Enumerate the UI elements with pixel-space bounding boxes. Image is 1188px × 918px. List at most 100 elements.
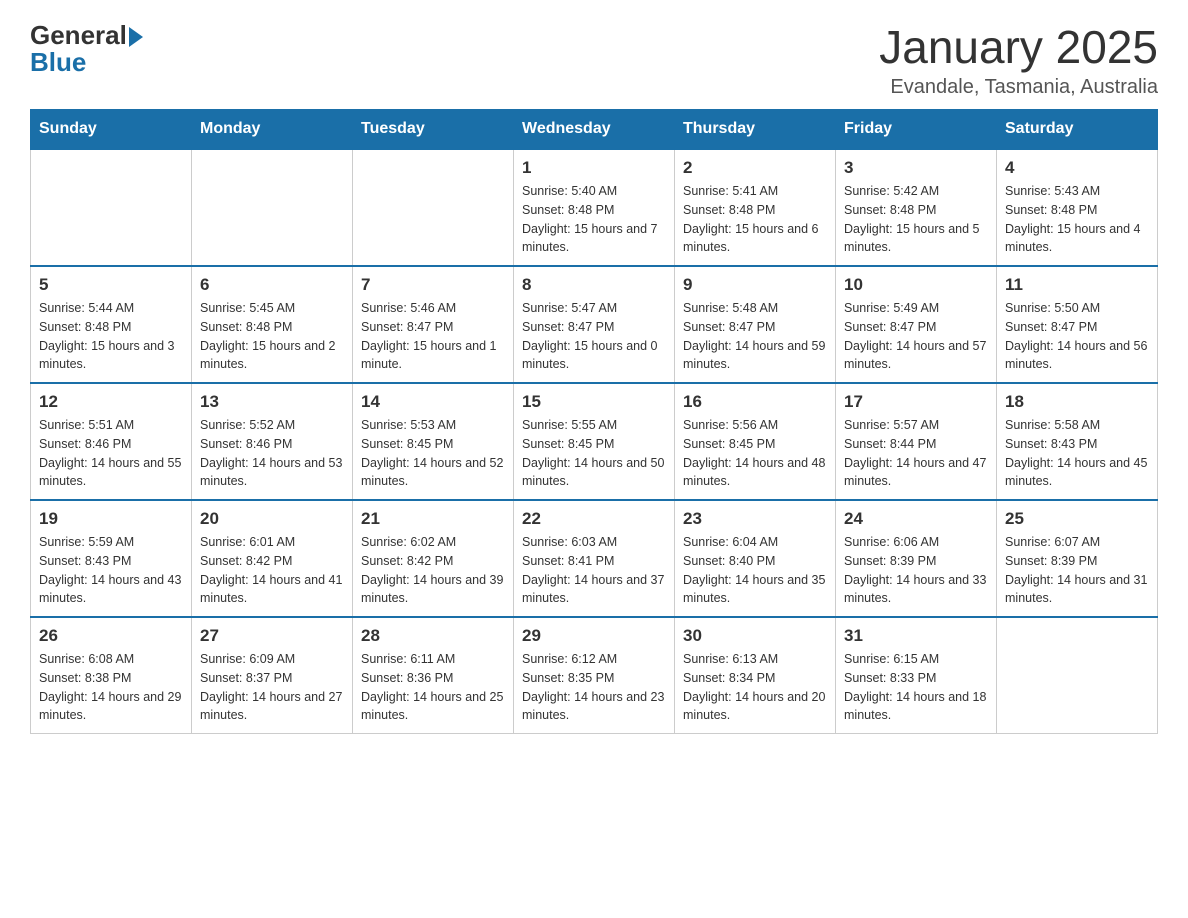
calendar-week-row: 1 Sunrise: 5:40 AMSunset: 8:48 PMDaylight… bbox=[31, 149, 1158, 266]
calendar-cell bbox=[192, 149, 353, 266]
day-number: 3 bbox=[844, 158, 988, 178]
day-info: Sunrise: 5:57 AMSunset: 8:44 PMDaylight:… bbox=[844, 416, 988, 491]
day-number: 22 bbox=[522, 509, 666, 529]
calendar-cell: 22Sunrise: 6:03 AMSunset: 8:41 PMDayligh… bbox=[514, 500, 675, 617]
day-number: 5 bbox=[39, 275, 183, 295]
calendar-cell: 20Sunrise: 6:01 AMSunset: 8:42 PMDayligh… bbox=[192, 500, 353, 617]
calendar-cell: 1 Sunrise: 5:40 AMSunset: 8:48 PMDaylight… bbox=[514, 149, 675, 266]
page-header: General Blue January 2025 Evandale, Tasm… bbox=[30, 20, 1158, 99]
day-info: Sunrise: 6:08 AMSunset: 8:38 PMDaylight:… bbox=[39, 650, 183, 725]
logo-arrow-icon bbox=[129, 27, 143, 47]
title-section: January 2025 Evandale, Tasmania, Austral… bbox=[879, 20, 1158, 99]
day-number: 29 bbox=[522, 626, 666, 646]
day-number: 6 bbox=[200, 275, 344, 295]
day-info: Sunrise: 5:59 AMSunset: 8:43 PMDaylight:… bbox=[39, 533, 183, 608]
calendar-cell bbox=[997, 617, 1158, 734]
calendar-cell: 26 Sunrise: 6:08 AMSunset: 8:38 PMDayligh… bbox=[31, 617, 192, 734]
calendar-week-row: 19 Sunrise: 5:59 AMSunset: 8:43 PMDayligh… bbox=[31, 500, 1158, 617]
calendar-cell: 18 Sunrise: 5:58 AMSunset: 8:43 PMDayligh… bbox=[997, 383, 1158, 500]
main-title: January 2025 bbox=[879, 20, 1158, 74]
day-number: 18 bbox=[1005, 392, 1149, 412]
calendar-cell: 16Sunrise: 5:56 AMSunset: 8:45 PMDayligh… bbox=[675, 383, 836, 500]
day-info: Sunrise: 5:40 AMSunset: 8:48 PMDaylight:… bbox=[522, 182, 666, 257]
day-info: Sunrise: 5:50 AMSunset: 8:47 PMDaylight:… bbox=[1005, 299, 1149, 374]
calendar-cell: 30 Sunrise: 6:13 AMSunset: 8:34 PMDayligh… bbox=[675, 617, 836, 734]
day-number: 30 bbox=[683, 626, 827, 646]
day-number: 19 bbox=[39, 509, 183, 529]
day-number: 23 bbox=[683, 509, 827, 529]
calendar-cell: 9 Sunrise: 5:48 AMSunset: 8:47 PMDaylight… bbox=[675, 266, 836, 383]
logo: General Blue bbox=[30, 20, 143, 78]
day-number: 1 bbox=[522, 158, 666, 178]
calendar-cell: 13 Sunrise: 5:52 AMSunset: 8:46 PMDayligh… bbox=[192, 383, 353, 500]
day-info: Sunrise: 6:11 AMSunset: 8:36 PMDaylight:… bbox=[361, 650, 505, 725]
day-info: Sunrise: 5:58 AMSunset: 8:43 PMDaylight:… bbox=[1005, 416, 1149, 491]
day-number: 28 bbox=[361, 626, 505, 646]
day-info: Sunrise: 5:48 AMSunset: 8:47 PMDaylight:… bbox=[683, 299, 827, 374]
calendar-cell bbox=[353, 149, 514, 266]
day-number: 7 bbox=[361, 275, 505, 295]
day-number: 15 bbox=[522, 392, 666, 412]
day-number: 12 bbox=[39, 392, 183, 412]
calendar-cell: 17Sunrise: 5:57 AMSunset: 8:44 PMDayligh… bbox=[836, 383, 997, 500]
calendar-cell: 24 Sunrise: 6:06 AMSunset: 8:39 PMDayligh… bbox=[836, 500, 997, 617]
calendar-cell: 15 Sunrise: 5:55 AMSunset: 8:45 PMDayligh… bbox=[514, 383, 675, 500]
calendar-cell: 4 Sunrise: 5:43 AMSunset: 8:48 PMDaylight… bbox=[997, 149, 1158, 266]
day-number: 9 bbox=[683, 275, 827, 295]
day-info: Sunrise: 5:49 AMSunset: 8:47 PMDaylight:… bbox=[844, 299, 988, 374]
day-info: Sunrise: 5:45 AMSunset: 8:48 PMDaylight:… bbox=[200, 299, 344, 374]
calendar-cell: 2Sunrise: 5:41 AMSunset: 8:48 PMDaylight… bbox=[675, 149, 836, 266]
day-number: 26 bbox=[39, 626, 183, 646]
day-info: Sunrise: 5:55 AMSunset: 8:45 PMDaylight:… bbox=[522, 416, 666, 491]
day-number: 11 bbox=[1005, 275, 1149, 295]
day-info: Sunrise: 6:07 AMSunset: 8:39 PMDaylight:… bbox=[1005, 533, 1149, 608]
calendar-cell: 19 Sunrise: 5:59 AMSunset: 8:43 PMDayligh… bbox=[31, 500, 192, 617]
calendar-cell: 25Sunrise: 6:07 AMSunset: 8:39 PMDayligh… bbox=[997, 500, 1158, 617]
day-info: Sunrise: 6:02 AMSunset: 8:42 PMDaylight:… bbox=[361, 533, 505, 608]
day-info: Sunrise: 5:44 AMSunset: 8:48 PMDaylight:… bbox=[39, 299, 183, 374]
day-info: Sunrise: 6:06 AMSunset: 8:39 PMDaylight:… bbox=[844, 533, 988, 608]
day-info: Sunrise: 5:51 AMSunset: 8:46 PMDaylight:… bbox=[39, 416, 183, 491]
calendar-cell: 11 Sunrise: 5:50 AMSunset: 8:47 PMDayligh… bbox=[997, 266, 1158, 383]
calendar-cell: 28 Sunrise: 6:11 AMSunset: 8:36 PMDayligh… bbox=[353, 617, 514, 734]
day-number: 31 bbox=[844, 626, 988, 646]
subtitle: Evandale, Tasmania, Australia bbox=[879, 76, 1158, 99]
calendar-header-sunday: Sunday bbox=[31, 110, 192, 150]
day-info: Sunrise: 6:12 AMSunset: 8:35 PMDaylight:… bbox=[522, 650, 666, 725]
calendar-cell: 6 Sunrise: 5:45 AMSunset: 8:48 PMDaylight… bbox=[192, 266, 353, 383]
day-number: 2 bbox=[683, 158, 827, 178]
logo-blue: Blue bbox=[30, 47, 143, 78]
calendar-cell: 3Sunrise: 5:42 AMSunset: 8:48 PMDaylight… bbox=[836, 149, 997, 266]
calendar-week-row: 5 Sunrise: 5:44 AMSunset: 8:48 PMDaylight… bbox=[31, 266, 1158, 383]
calendar-header-tuesday: Tuesday bbox=[353, 110, 514, 150]
day-info: Sunrise: 6:15 AMSunset: 8:33 PMDaylight:… bbox=[844, 650, 988, 725]
day-number: 27 bbox=[200, 626, 344, 646]
calendar-header-thursday: Thursday bbox=[675, 110, 836, 150]
calendar-week-row: 26 Sunrise: 6:08 AMSunset: 8:38 PMDayligh… bbox=[31, 617, 1158, 734]
calendar-header-saturday: Saturday bbox=[997, 110, 1158, 150]
calendar-header-wednesday: Wednesday bbox=[514, 110, 675, 150]
day-number: 10 bbox=[844, 275, 988, 295]
calendar-header-row: SundayMondayTuesdayWednesdayThursdayFrid… bbox=[31, 110, 1158, 150]
calendar-cell bbox=[31, 149, 192, 266]
day-number: 14 bbox=[361, 392, 505, 412]
calendar-table: SundayMondayTuesdayWednesdayThursdayFrid… bbox=[30, 109, 1158, 734]
calendar-cell: 10 Sunrise: 5:49 AMSunset: 8:47 PMDayligh… bbox=[836, 266, 997, 383]
calendar-cell: 5 Sunrise: 5:44 AMSunset: 8:48 PMDaylight… bbox=[31, 266, 192, 383]
day-info: Sunrise: 5:43 AMSunset: 8:48 PMDaylight:… bbox=[1005, 182, 1149, 257]
calendar-header-monday: Monday bbox=[192, 110, 353, 150]
day-info: Sunrise: 6:09 AMSunset: 8:37 PMDaylight:… bbox=[200, 650, 344, 725]
day-info: Sunrise: 5:53 AMSunset: 8:45 PMDaylight:… bbox=[361, 416, 505, 491]
day-info: Sunrise: 5:46 AMSunset: 8:47 PMDaylight:… bbox=[361, 299, 505, 374]
calendar-week-row: 12 Sunrise: 5:51 AMSunset: 8:46 PMDayligh… bbox=[31, 383, 1158, 500]
day-number: 4 bbox=[1005, 158, 1149, 178]
day-info: Sunrise: 6:01 AMSunset: 8:42 PMDaylight:… bbox=[200, 533, 344, 608]
day-number: 24 bbox=[844, 509, 988, 529]
day-info: Sunrise: 6:13 AMSunset: 8:34 PMDaylight:… bbox=[683, 650, 827, 725]
calendar-cell: 8Sunrise: 5:47 AMSunset: 8:47 PMDaylight… bbox=[514, 266, 675, 383]
calendar-cell: 31 Sunrise: 6:15 AMSunset: 8:33 PMDayligh… bbox=[836, 617, 997, 734]
calendar-cell: 12 Sunrise: 5:51 AMSunset: 8:46 PMDayligh… bbox=[31, 383, 192, 500]
day-info: Sunrise: 5:47 AMSunset: 8:47 PMDaylight:… bbox=[522, 299, 666, 374]
day-number: 13 bbox=[200, 392, 344, 412]
day-info: Sunrise: 5:52 AMSunset: 8:46 PMDaylight:… bbox=[200, 416, 344, 491]
